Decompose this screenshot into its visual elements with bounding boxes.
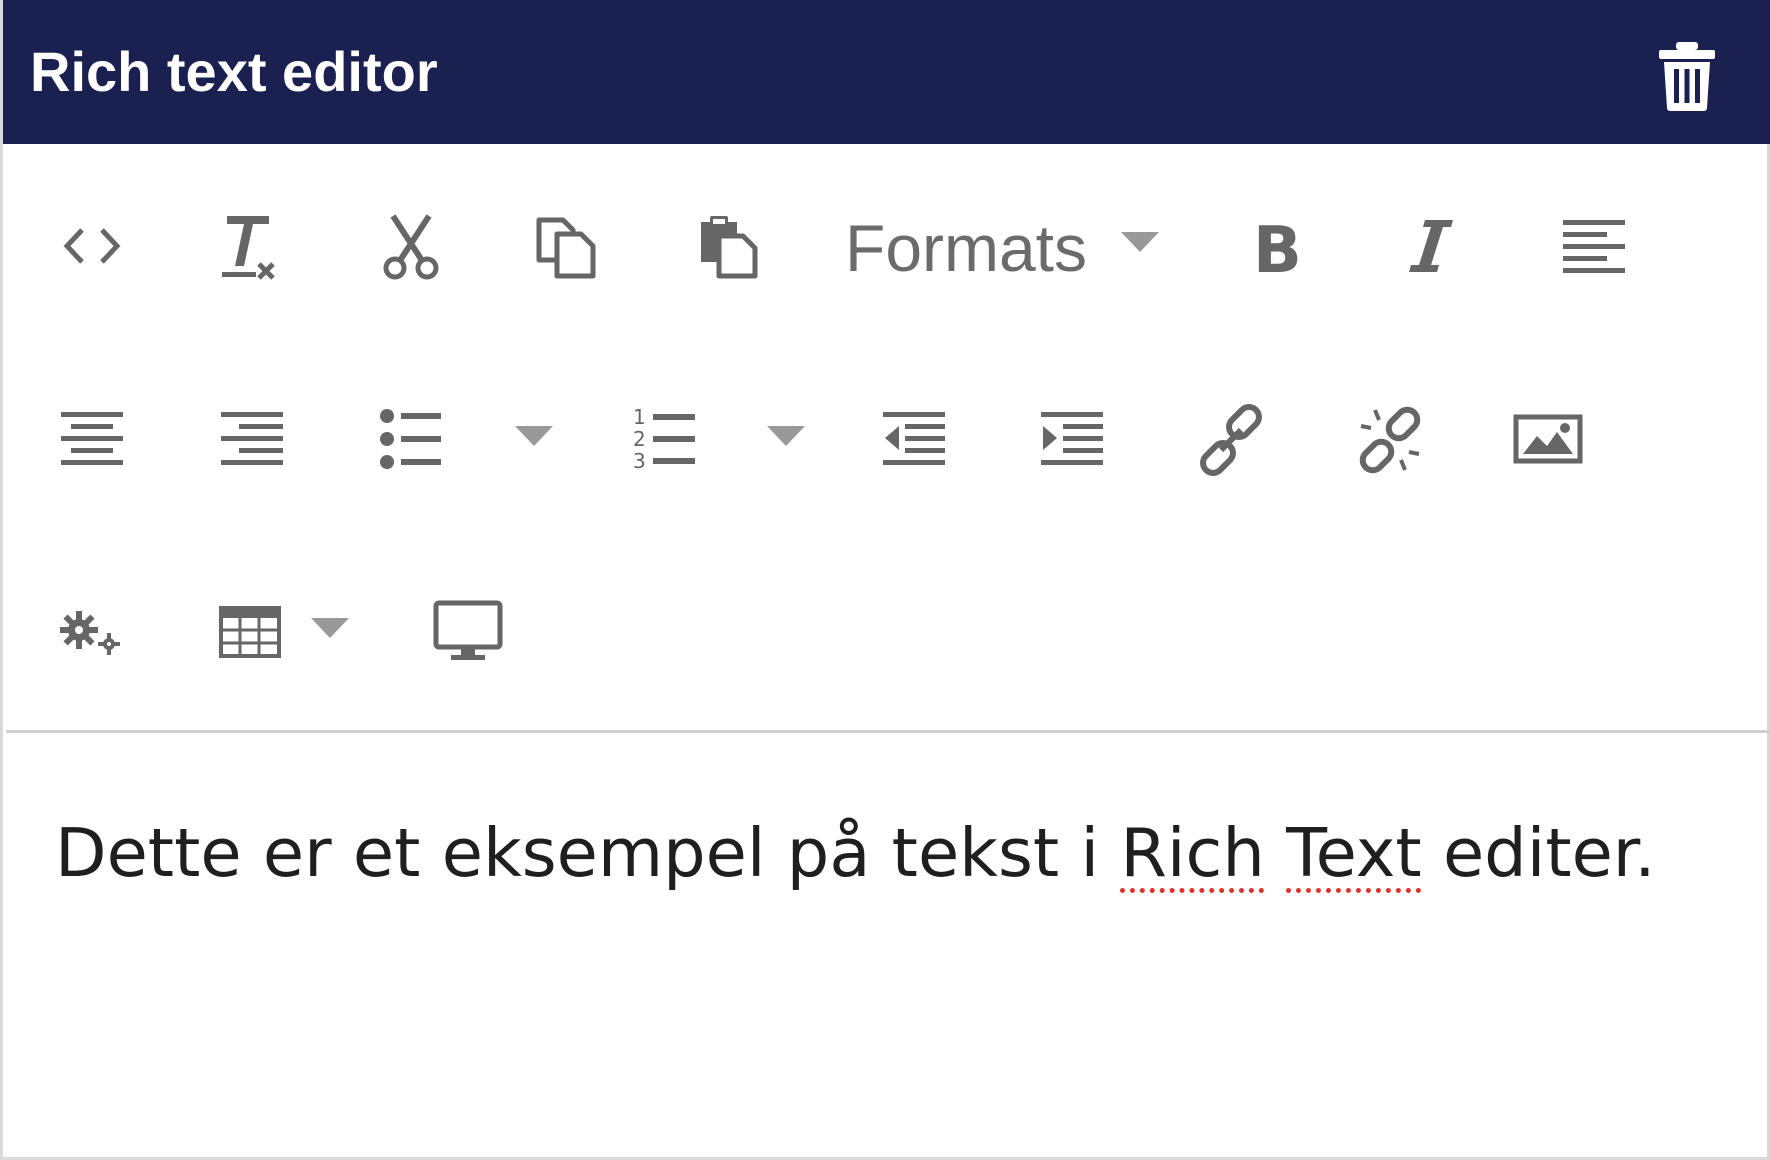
numbered-list-icon[interactable]: 1 2 3 [633,404,697,473]
table-icon[interactable] [219,606,281,658]
embed-monitor-icon[interactable] [433,600,503,662]
outdent-icon[interactable] [883,410,947,468]
svg-text:2: 2 [633,427,646,451]
svg-text:B: B [1253,214,1302,288]
align-center-icon[interactable] [61,410,125,468]
misspelled-word[interactable]: Rich [1120,814,1264,892]
misspelled-word[interactable]: Text [1286,814,1422,892]
align-right-icon[interactable] [221,410,285,468]
italic-icon[interactable] [1407,216,1455,276]
numbered-list-options[interactable] [767,426,805,448]
bullet-list-options[interactable] [515,426,553,448]
svg-text:3: 3 [633,449,646,473]
link-icon[interactable] [1199,404,1263,476]
source-code-icon[interactable] [63,222,121,270]
trash-icon[interactable] [1657,40,1717,112]
paste-icon[interactable] [697,214,763,280]
align-left-icon[interactable] [1563,218,1627,276]
bullet-list-icon[interactable] [379,408,443,470]
formats-label: Formats [845,211,1088,285]
svg-text:1: 1 [633,405,646,429]
editor-text-end: editer. [1421,814,1656,892]
copy-icon[interactable] [535,216,601,280]
image-icon[interactable] [1513,414,1583,464]
table-options[interactable] [311,618,349,640]
toolbar-divider [6,730,1770,733]
clear-formatting-icon[interactable] [217,210,281,282]
editor-text: Dette er et eksempel på tekst i [55,814,1121,892]
editor-header: Rich text editor [3,0,1770,144]
chevron-down-icon [1121,232,1159,252]
cut-icon[interactable] [381,214,441,280]
unlink-icon[interactable] [1357,406,1423,474]
bold-icon[interactable]: B [1253,214,1302,288]
rich-text-editor-panel: Rich text editor Formats B 1 2 3 Dette e… [0,0,1770,1160]
editor-text-space [1265,814,1286,892]
indent-icon[interactable] [1041,410,1105,468]
macro-settings-icon[interactable] [60,608,125,656]
editor-content-area[interactable]: Dette er et eksempel på tekst i Rich Tex… [55,808,1695,898]
editor-title: Rich text editor [30,40,438,103]
